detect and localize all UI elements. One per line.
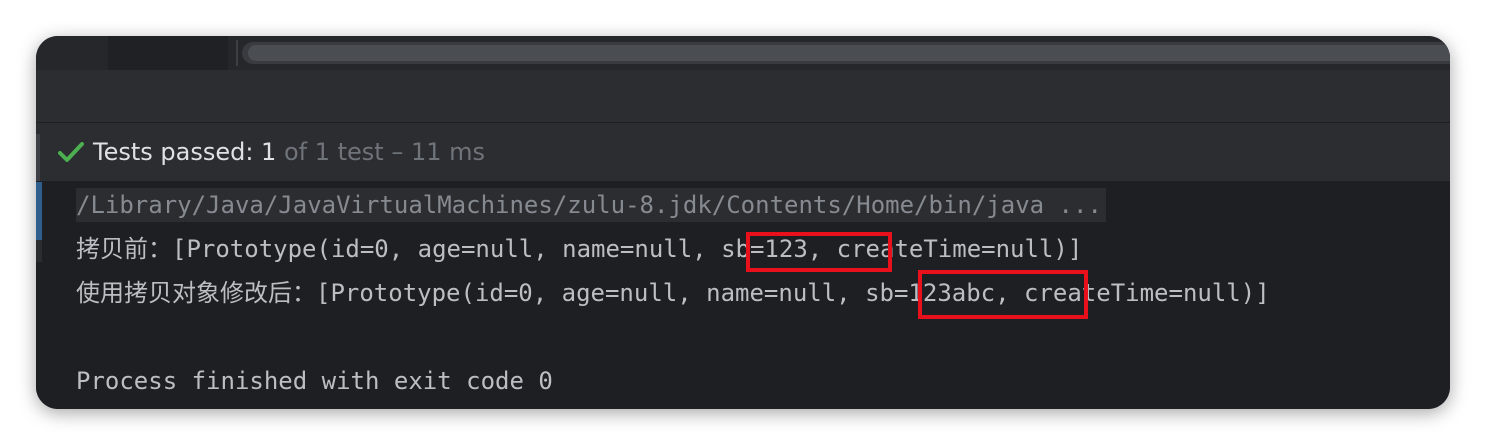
ide-window: Tests passed: 1 of 1 test – 11 ms /Libra…: [36, 36, 1450, 409]
console-line-before-copy: 拷贝前：[Prototype(id=0, age=null, name=null…: [76, 235, 1083, 263]
console-output[interactable]: /Library/Java/JavaVirtualMachines/zulu-8…: [36, 182, 1450, 409]
highlight-box-sb-before: [746, 232, 892, 272]
test-status-bar: Tests passed: 1 of 1 test – 11 ms: [36, 123, 1450, 181]
tests-passed-label: Tests passed: 1: [93, 138, 277, 166]
editor-tab-strip: [36, 36, 1450, 70]
test-status-text: Tests passed: 1 of 1 test – 11 ms: [93, 137, 485, 167]
tab-divider: [236, 40, 238, 66]
scrollbar-thumb[interactable]: [248, 45, 1450, 61]
console-line-after-modify: 使用拷贝对象修改后：[Prototype(id=0, age=null, nam…: [76, 279, 1270, 307]
console-command-line[interactable]: /Library/Java/JavaVirtualMachines/zulu-8…: [76, 188, 1106, 222]
check-icon: [58, 142, 84, 162]
editor-tab[interactable]: [108, 36, 228, 70]
highlight-box-sb-after: [918, 270, 1088, 319]
tests-detail-label: of 1 test – 11 ms: [276, 138, 486, 166]
console-marker: [36, 240, 42, 262]
console-exit-line: Process finished with exit code 0: [76, 367, 553, 395]
run-toolbar-area: [36, 70, 1450, 122]
console-selection-marker: [36, 182, 42, 240]
